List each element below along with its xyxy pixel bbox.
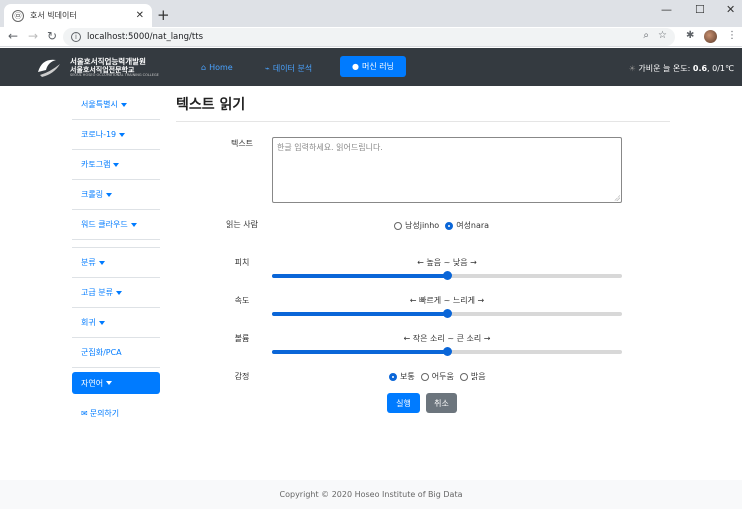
info-icon[interactable]: i (71, 32, 81, 42)
forward-icon[interactable]: → (28, 29, 38, 43)
tab-close-icon[interactable]: ✕ (136, 10, 144, 21)
text-input-placeholder: 한글 입력하세요. 읽어드립니다. (277, 143, 383, 152)
weather-status: ☀ 가비운 늘 온도: 0.6, 0/1℃ (628, 64, 734, 73)
volume-slider[interactable] (272, 347, 622, 356)
speed-slider[interactable] (272, 309, 622, 318)
sidebar-item-nlp[interactable]: 자연어 (72, 372, 160, 394)
pitch-hint: ← 높음 ~ 낮음 → (417, 258, 477, 267)
extensions-icon[interactable]: ✱ (686, 30, 694, 41)
reader-radio-group: 남성jinho 여성nara (394, 220, 495, 231)
sidebar-item-seoul[interactable]: 서울특별시 (72, 90, 160, 120)
url-input[interactable]: i localhost:5000/nat_lang/tts ⌕ ☆ (63, 28, 675, 46)
star-icon[interactable]: ☆ (658, 30, 667, 41)
home-icon: ⌂ (201, 63, 207, 72)
slider-fill (272, 274, 447, 278)
speed-hint: ← 빠르게 ~ 느리게 → (409, 296, 485, 305)
chart-line-icon: ⌁ (265, 64, 270, 73)
sidebar-item-corona[interactable]: 코로나-19 (72, 120, 160, 150)
address-bar-row: ← → ↻ i localhost:5000/nat_lang/tts ⌕ ☆ … (0, 27, 742, 47)
caret-down-icon (119, 132, 126, 137)
reader-option-male[interactable]: 남성jinho (394, 220, 439, 231)
page-title: 텍스트 읽기 (176, 97, 246, 113)
caret-down-icon (130, 222, 137, 227)
logo-swirl-icon (38, 59, 60, 77)
envelope-icon: ✉ (81, 408, 88, 418)
slider-thumb[interactable] (442, 271, 452, 280)
sidebar-divider (72, 240, 160, 248)
logo-text-3: SEOUL HOSEO OCCUPATIONAL TRAINING COLLEG… (70, 73, 159, 77)
sidebar-item-clustering-pca[interactable]: 군집화/PCA (72, 338, 160, 368)
profile-avatar[interactable] (704, 30, 717, 43)
caret-down-icon (120, 102, 127, 107)
menu-kebab-icon[interactable]: ⋮ (727, 30, 737, 41)
caret-down-icon (106, 192, 113, 197)
reload-icon[interactable]: ↻ (47, 29, 57, 43)
emotion-label: 감정 (234, 372, 250, 381)
browser-tab-bar: ㉤ 호서 빅데이터 ✕ + — ☐ ✕ (0, 0, 742, 27)
reader-option-female[interactable]: 여성nara (445, 220, 489, 231)
site-navbar: 서울호서직업능력개발원 서울호서직업전문학교 SEOUL HOSEO OCCUP… (0, 48, 742, 86)
nav-home-link[interactable]: ⌂ Home (201, 63, 233, 72)
copyright-text: Copyright © 2020 Hoseo Institute of Big … (279, 490, 463, 499)
site-logo[interactable]: 서울호서직업능력개발원 서울호서직업전문학교 SEOUL HOSEO OCCUP… (36, 56, 159, 78)
url-text: localhost:5000/nat_lang/tts (87, 32, 204, 42)
cancel-button[interactable]: 취소 (426, 393, 457, 413)
sidebar-item-contact[interactable]: ✉ 문의하기 (72, 398, 160, 428)
brain-icon: ● (352, 62, 359, 71)
radio-circle-checked (445, 221, 454, 230)
back-icon[interactable]: ← (8, 29, 18, 43)
speed-label: 속도 (234, 296, 250, 305)
sidebar-item-wordcloud[interactable]: 워드 클라우드 (72, 210, 160, 240)
title-divider (176, 121, 670, 122)
slider-fill (272, 312, 447, 316)
caret-down-icon (98, 260, 105, 265)
sidebar-item-classification[interactable]: 분류 (72, 248, 160, 278)
favicon-icon: ㉤ (12, 9, 24, 22)
footer: Copyright © 2020 Hoseo Institute of Big … (0, 480, 742, 509)
nav-machine-learning-button[interactable]: ● 머신 러닝 (340, 56, 406, 77)
radio-circle-checked (389, 372, 397, 381)
emotion-option-dark[interactable]: 어두움 (420, 371, 454, 382)
new-tab-button[interactable]: + (157, 6, 170, 24)
emotion-radio-group: 보통 어두움 밝음 (389, 371, 492, 382)
radio-circle (394, 221, 402, 230)
caret-down-icon (115, 290, 122, 295)
window-close-button[interactable]: ✕ (726, 3, 735, 16)
caret-down-icon (113, 162, 120, 167)
slider-thumb[interactable] (442, 347, 452, 356)
tab-title: 호서 빅데이터 (30, 11, 77, 20)
run-button[interactable]: 실행 (387, 393, 420, 413)
caret-down-icon (106, 381, 113, 385)
sidebar-item-regression[interactable]: 회귀 (72, 308, 160, 338)
emotion-option-normal[interactable]: 보통 (389, 371, 415, 382)
sidebar-item-advanced-classification[interactable]: 고급 분류 (72, 278, 160, 308)
sidebar: 서울특별시 코로나-19 카토그램 크롤링 워드 클라우드 분류 고급 분류 회… (72, 90, 160, 428)
volume-label: 볼륨 (234, 334, 250, 343)
nav-data-analysis-link[interactable]: ⌁ 데이터 분석 (265, 63, 312, 74)
radio-circle (459, 372, 468, 381)
reader-label: 읽는 사람 (226, 220, 258, 229)
maximize-button[interactable]: ☐ (695, 3, 705, 16)
sidebar-item-cartogram[interactable]: 카토그램 (72, 150, 160, 180)
zoom-icon[interactable]: ⌕ (643, 30, 649, 41)
radio-circle (420, 372, 429, 381)
resize-grip[interactable] (614, 195, 620, 201)
pitch-slider[interactable] (272, 271, 622, 280)
text-label: 텍스트 (230, 139, 254, 148)
pitch-label: 피치 (234, 258, 250, 267)
sun-icon: ☀ (628, 64, 636, 73)
minimize-button[interactable]: — (661, 3, 672, 16)
volume-hint: ← 작은 소리 ~ 큰 소리 → (403, 334, 491, 343)
caret-down-icon (98, 320, 105, 325)
slider-thumb[interactable] (442, 309, 452, 318)
sidebar-item-crawling[interactable]: 크롤링 (72, 180, 160, 210)
emotion-option-bright[interactable]: 밝음 (459, 371, 486, 382)
slider-fill (272, 350, 447, 354)
text-input[interactable]: 한글 입력하세요. 읽어드립니다. (272, 137, 622, 203)
browser-tab[interactable]: ㉤ 호서 빅데이터 ✕ (4, 4, 152, 27)
